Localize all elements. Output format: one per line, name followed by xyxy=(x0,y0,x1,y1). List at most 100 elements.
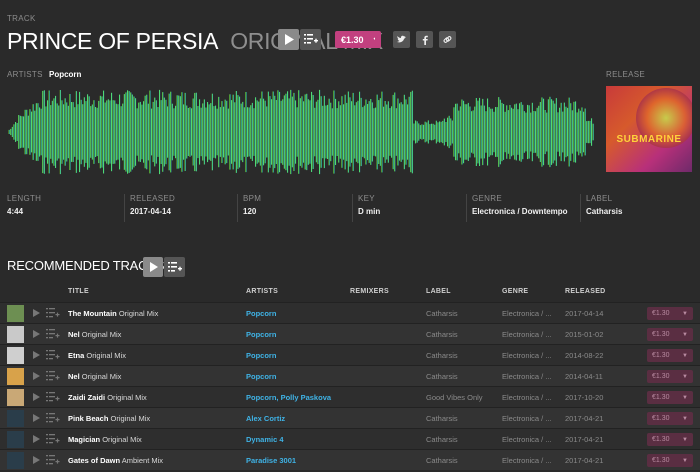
play-icon[interactable] xyxy=(33,435,40,443)
track-title[interactable]: The Mountain xyxy=(68,309,117,318)
col-remixers[interactable]: REMIXERS xyxy=(350,288,389,295)
table-row[interactable]: Gates of Dawn Ambient Mix Paradise 3001 Ca… xyxy=(0,449,700,470)
table-row[interactable]: Etna Original Mix Popcorn Catharsis Electro… xyxy=(0,344,700,365)
track-title[interactable]: Zaidi Zaidi xyxy=(68,393,105,402)
track-thumbnail[interactable] xyxy=(7,410,24,427)
play-icon[interactable] xyxy=(33,456,40,464)
add-to-queue-icon[interactable] xyxy=(46,454,60,466)
track-artists[interactable]: Popcorn xyxy=(246,330,276,339)
track-artists[interactable]: Dynamic 4 xyxy=(246,435,284,444)
track-name[interactable]: Pink Beach Original Mix xyxy=(68,414,150,423)
track-price-button[interactable]: €1.30 ▼ xyxy=(647,328,693,341)
track-artists[interactable]: Popcorn, Polly Paskova xyxy=(246,393,331,402)
play-icon[interactable] xyxy=(33,414,40,422)
table-row[interactable]: Zaidi Zaidi Original Mix Popcorn, Polly P… xyxy=(0,386,700,407)
track-label[interactable]: Catharsis xyxy=(426,372,458,381)
waveform-bar xyxy=(376,94,378,170)
table-row[interactable]: Nel Original Mix Popcorn Catharsis Electron… xyxy=(0,365,700,386)
track-artists[interactable]: Popcorn xyxy=(246,351,276,360)
track-genre[interactable]: Electronica / ... xyxy=(502,414,552,423)
track-price-button[interactable]: €1.30 ▼ xyxy=(647,454,693,467)
track-genre[interactable]: Electronica / ... xyxy=(502,456,552,465)
add-to-queue-icon[interactable] xyxy=(46,391,60,403)
track-title[interactable]: Nel xyxy=(68,330,80,339)
track-thumbnail[interactable] xyxy=(7,389,24,406)
add-to-queue-button[interactable] xyxy=(300,29,321,50)
table-row[interactable]: Pink Beach Original Mix Alex Cortiz Cathar… xyxy=(0,407,700,428)
track-name[interactable]: Gates of Dawn Ambient Mix xyxy=(68,456,163,465)
meta-value[interactable]: Catharsis xyxy=(586,207,622,216)
col-artists[interactable]: ARTISTS xyxy=(246,288,278,295)
track-artists[interactable]: Popcorn xyxy=(246,309,276,318)
table-row[interactable]: The Mountain Original Mix Popcorn Catharsi… xyxy=(0,302,700,323)
play-button[interactable] xyxy=(278,29,299,50)
track-label[interactable]: Catharsis xyxy=(426,330,458,339)
play-icon[interactable] xyxy=(33,372,40,380)
table-row[interactable]: Nel Original Mix Popcorn Catharsis Electron… xyxy=(0,323,700,344)
track-price-button[interactable]: €1.30 ▼ xyxy=(647,412,693,425)
track-label[interactable]: Catharsis xyxy=(426,309,458,318)
track-price-button[interactable]: €1.30 ▼ xyxy=(647,370,693,383)
track-artists[interactable]: Alex Cortiz xyxy=(246,414,285,423)
add-to-queue-icon[interactable] xyxy=(46,433,60,445)
table-row[interactable]: Magician Original Mix Dynamic 4 Catharsis E… xyxy=(0,428,700,449)
track-thumbnail[interactable] xyxy=(7,347,24,364)
recommended-queue-button[interactable] xyxy=(164,257,185,277)
release-artwork[interactable]: SUBMARINE xyxy=(606,86,692,172)
add-to-queue-icon[interactable] xyxy=(46,412,60,424)
track-label[interactable]: Catharsis xyxy=(426,414,458,423)
track-label[interactable]: Catharsis xyxy=(426,456,458,465)
track-genre[interactable]: Electronica / ... xyxy=(502,435,552,444)
col-label[interactable]: LABEL xyxy=(426,288,451,295)
track-label[interactable]: Catharsis xyxy=(426,351,458,360)
track-title[interactable]: Pink Beach xyxy=(68,414,108,423)
track-price-button[interactable]: €1.30 ▼ xyxy=(647,433,693,446)
track-artists[interactable]: Popcorn xyxy=(246,372,276,381)
track-thumbnail[interactable] xyxy=(7,431,24,448)
play-icon[interactable] xyxy=(33,351,40,359)
track-label[interactable]: Good Vibes Only xyxy=(426,393,483,402)
col-genre[interactable]: GENRE xyxy=(502,288,528,295)
track-label[interactable]: Catharsis xyxy=(426,435,458,444)
track-name[interactable]: Magician Original Mix xyxy=(68,435,142,444)
track-name[interactable]: Etna Original Mix xyxy=(68,351,126,360)
track-thumbnail[interactable] xyxy=(7,452,24,469)
track-name[interactable]: Zaidi Zaidi Original Mix xyxy=(68,393,147,402)
track-genre[interactable]: Electronica / ... xyxy=(502,372,552,381)
col-title[interactable]: TITLE xyxy=(68,288,89,295)
twitter-share-button[interactable] xyxy=(393,31,410,48)
track-genre[interactable]: Electronica / ... xyxy=(502,393,552,402)
track-price-button[interactable]: €1.30 ▼ xyxy=(647,349,693,362)
track-name[interactable]: Nel Original Mix xyxy=(68,372,121,381)
col-released[interactable]: RELEASED xyxy=(565,288,606,295)
copy-link-button[interactable] xyxy=(439,31,456,48)
recommended-play-button[interactable] xyxy=(143,257,163,277)
play-icon[interactable] xyxy=(33,393,40,401)
artist-link[interactable]: Popcorn xyxy=(49,70,81,79)
facebook-share-button[interactable] xyxy=(416,31,433,48)
add-to-queue-icon[interactable] xyxy=(46,328,60,340)
track-thumbnail[interactable] xyxy=(7,326,24,343)
track-genre[interactable]: Electronica / ... xyxy=(502,309,552,318)
play-icon[interactable] xyxy=(33,330,40,338)
track-thumbnail[interactable] xyxy=(7,368,24,385)
track-name[interactable]: Nel Original Mix xyxy=(68,330,121,339)
track-title[interactable]: Nel xyxy=(68,372,80,381)
play-icon[interactable] xyxy=(33,309,40,317)
waveform[interactable] xyxy=(7,84,594,184)
track-title[interactable]: Magician xyxy=(68,435,100,444)
track-thumbnail[interactable] xyxy=(7,305,24,322)
track-genre[interactable]: Electronica / ... xyxy=(502,330,552,339)
track-title[interactable]: Etna xyxy=(68,351,84,360)
buy-price-button[interactable]: €1.30 xyxy=(335,31,381,48)
add-to-queue-icon[interactable] xyxy=(46,370,60,382)
track-name[interactable]: The Mountain Original Mix xyxy=(68,309,158,318)
track-genre[interactable]: Electronica / ... xyxy=(502,351,552,360)
track-price-button[interactable]: €1.30 ▼ xyxy=(647,391,693,404)
meta-value[interactable]: Electronica / Downtempo xyxy=(472,207,568,216)
track-title[interactable]: Gates of Dawn xyxy=(68,456,120,465)
track-price-button[interactable]: €1.30 ▼ xyxy=(647,307,693,320)
track-artists[interactable]: Paradise 3001 xyxy=(246,456,296,465)
add-to-queue-icon[interactable] xyxy=(46,307,60,319)
add-to-queue-icon[interactable] xyxy=(46,349,60,361)
